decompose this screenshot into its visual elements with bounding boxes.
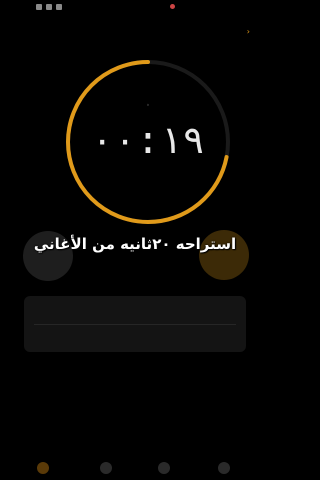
timer-value: ٠٠:١٩ xyxy=(90,118,206,162)
timer-settings-card xyxy=(24,296,246,352)
back-button[interactable]: › xyxy=(247,27,250,36)
notification-icon xyxy=(36,4,42,10)
status-icons xyxy=(36,4,62,10)
divider xyxy=(34,324,236,325)
stopwatch-icon[interactable] xyxy=(158,462,170,474)
clock-icon[interactable] xyxy=(100,462,112,474)
video-caption: استراحه ٢٠ثانيه من الأغاني xyxy=(33,235,237,253)
chevron-right-icon: › xyxy=(246,27,250,36)
notification-icon xyxy=(46,4,52,10)
label-row[interactable] xyxy=(24,300,246,324)
bell-icon: ◦ xyxy=(146,102,150,109)
tab-bar xyxy=(0,458,270,480)
recording-indicator-icon xyxy=(170,4,175,9)
status-bar xyxy=(0,0,270,14)
alarm-icon[interactable] xyxy=(37,462,49,474)
notification-icon xyxy=(56,4,62,10)
timer-icon[interactable] xyxy=(218,462,230,474)
nav-bar: › xyxy=(0,24,270,42)
timer-ring: ◦ ٠٠:١٩ xyxy=(64,58,232,226)
when-timer-ends-row[interactable] xyxy=(24,326,246,350)
